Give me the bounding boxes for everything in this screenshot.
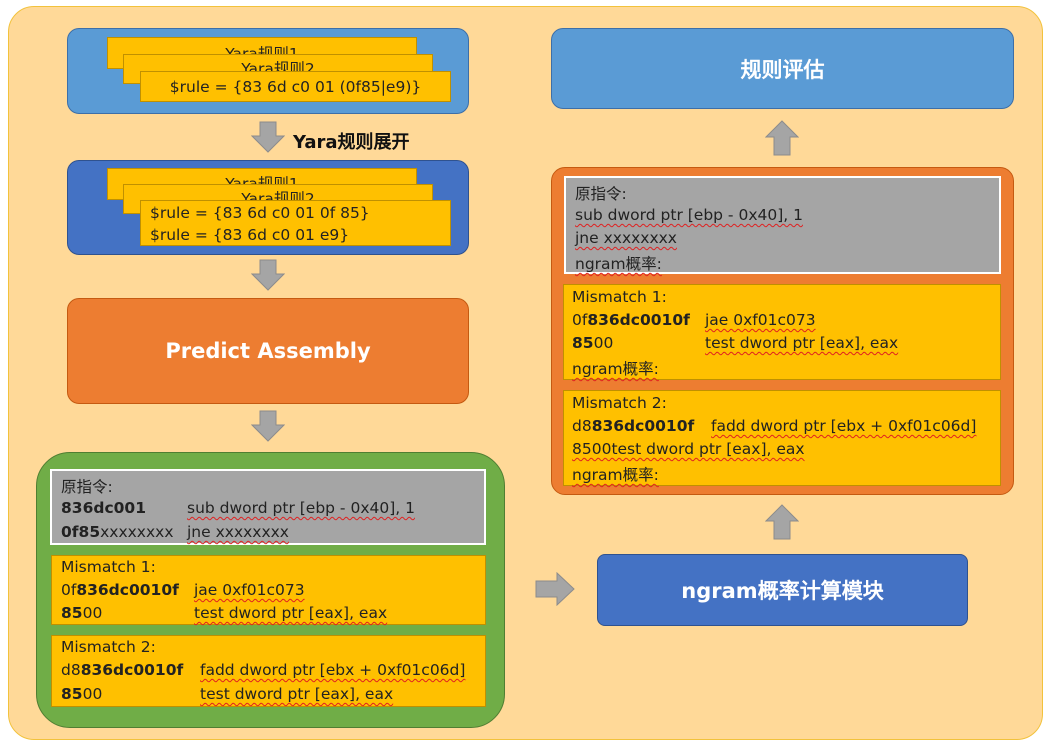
arrow-right-icon [535, 572, 575, 606]
arrow-down-icon [251, 410, 285, 442]
right-original-card: 原指令: sub dword ptr [ebp - 0x40], 1 jne x… [564, 176, 1001, 274]
original-instruction-card: 原指令: 836dc001 sub dword ptr [ebp - 0x40]… [50, 469, 486, 545]
m2-l2-rest: 00 [82, 685, 103, 703]
mismatch-1-title: Mismatch 1: [61, 558, 156, 576]
right-mismatch-1-card: Mismatch 1: 0f836dc0010f jae 0xf01c073 8… [563, 284, 1001, 380]
rule-card-front: $rule = {83 6d c0 01 (0f85|e9)} [140, 71, 451, 102]
right-original-line2: jne xxxxxxxx [575, 229, 677, 247]
right-mismatch-1-line3: ngram概率: [572, 360, 659, 378]
expanded-rule-line-2: $rule = {83 6d c0 01 e9} [150, 226, 350, 244]
expanded-rule-card-front: $rule = {83 6d c0 01 0f 85} $rule = {83 … [140, 200, 451, 246]
mismatch-2-line2-code: 8500 [61, 685, 102, 703]
original-line2-code: 0f85xxxxxxxx [61, 523, 174, 541]
rm1-l2-code: 85 [572, 334, 594, 352]
mismatch-1-card: Mismatch 1: 0f836dc0010f jae 0xf01c073 8… [51, 555, 486, 625]
arrow-down-icon [251, 259, 285, 291]
right-mismatch-1-line2-asm: test dword ptr [eax], eax [705, 334, 899, 352]
mismatch-2-title: Mismatch 2: [61, 638, 156, 656]
rm1-code: 836dc0010f [587, 311, 690, 329]
right-original-line1: sub dword ptr [ebp - 0x40], 1 [575, 206, 803, 224]
m2-pre: d8 [61, 661, 81, 679]
ngram-module-label: ngram概率计算模块 [681, 579, 884, 603]
m2-code: 836dc0010f [80, 661, 184, 679]
right-mismatch-2-line1-asm: fadd dword ptr [ebx + 0xf01c06d] [711, 417, 977, 435]
right-mismatch-2-title: Mismatch 2: [572, 394, 667, 412]
mismatch-2-line1-code: d8836dc0010f [61, 661, 183, 679]
mismatch-2-card: Mismatch 2: d8836dc0010f fadd dword ptr … [51, 635, 486, 707]
right-mismatch-2-line1-code: d8836dc0010f [572, 417, 694, 435]
original-line1-asm: sub dword ptr [ebp - 0x40], 1 [187, 499, 415, 517]
right-mismatch-1-title: Mismatch 1: [572, 288, 667, 306]
original-title: 原指令: [61, 478, 113, 496]
original-line1-code: 836dc001 [61, 499, 146, 517]
right-original-line3: ngram概率: [575, 255, 662, 273]
original-line2-asm: jne xxxxxxxx [187, 523, 289, 541]
m1-l2-code: 85 [61, 604, 83, 622]
arrow-up-icon [765, 504, 799, 540]
right-mismatch-1-line1-code: 0f836dc0010f [572, 311, 690, 329]
mismatch-1-line1-code: 0f836dc0010f [61, 581, 179, 599]
m1-code: 836dc0010f [76, 581, 179, 599]
rule-card-front-text: $rule = {83 6d c0 01 (0f85|e9)} [169, 77, 422, 96]
arrow-down-icon [251, 121, 285, 153]
right-mismatch-1-line1-asm: jae 0xf01c073 [705, 311, 816, 329]
m1-pre: 0f [61, 581, 77, 599]
mismatch-2-line2-asm: test dword ptr [eax], eax [200, 685, 394, 703]
m1-l2-rest: 00 [82, 604, 103, 622]
ngram-module-box: ngram概率计算模块 [597, 554, 968, 626]
mismatch-1-line2-code: 8500 [61, 604, 102, 622]
mismatch-1-line1-asm: jae 0xf01c073 [194, 581, 305, 599]
right-mismatch-2-line3: ngram概率: [572, 466, 659, 484]
right-mismatch-2-card: Mismatch 2: d8836dc0010f fadd dword ptr … [563, 390, 1001, 486]
mismatch-1-line2-asm: test dword ptr [eax], eax [194, 604, 388, 622]
expanded-rule-line-1: $rule = {83 6d c0 01 0f 85} [150, 204, 370, 222]
predict-assembly-label: Predict Assembly [165, 339, 371, 363]
rule-evaluation-label: 规则评估 [740, 57, 825, 82]
mismatch-2-line1-asm: fadd dword ptr [ebx + 0xf01c06d] [200, 661, 466, 679]
yara-expand-label: Yara规则展开 [293, 132, 410, 153]
right-mismatch-2-line2: 8500test dword ptr [eax], eax [572, 440, 805, 458]
rule-evaluation-box: 规则评估 [551, 28, 1014, 109]
right-mismatch-1-line2-code: 8500 [572, 334, 613, 352]
predict-assembly-box: Predict Assembly [67, 298, 469, 404]
original-line2-code-bold: 0f85 [61, 523, 101, 541]
rm1-pre: 0f [572, 311, 588, 329]
rm1-l2-rest: 00 [593, 334, 614, 352]
rm2-pre: d8 [572, 417, 592, 435]
rm2-code: 836dc0010f [591, 417, 695, 435]
m2-l2-code: 85 [61, 685, 83, 703]
right-original-title: 原指令: [575, 185, 627, 203]
arrow-up-icon [765, 120, 799, 156]
original-line2-code-rest: xxxxxxxx [100, 523, 174, 541]
